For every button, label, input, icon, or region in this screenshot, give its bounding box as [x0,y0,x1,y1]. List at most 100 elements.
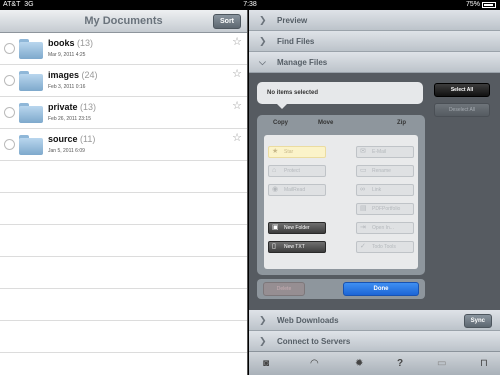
link-label: Link [372,187,382,193]
item-count: (11) [80,134,96,144]
pdf-portfolio-button[interactable]: ▤ PDFPortfolio [356,203,414,215]
tab-copy[interactable]: Copy [273,120,288,126]
folder-icon [19,39,43,59]
protect-button[interactable]: ⌂ Protect [268,165,326,177]
star-label: Star [284,149,294,155]
operation-tabs: Copy Move Zip [257,115,425,133]
item-date: Jan 5, 2011 6:09 [48,148,85,154]
star-icon[interactable]: ☆ [232,37,242,48]
chevron-right-icon: ❯ [259,315,267,325]
section-label: Connect to Servers [277,337,351,346]
new-folder-button[interactable]: ▣ New Folder [268,222,326,234]
select-radio[interactable] [4,75,15,86]
empty-row [0,257,247,289]
list-item-source[interactable]: source (11) Jan 5, 2011 6:09 ☆ [0,129,247,161]
actions-pane: ❯ Preview ❯ Find Files ⌵ Manage Files No… [249,10,500,375]
selection-status: No items selected [257,82,423,109]
select-radio[interactable] [4,43,15,54]
app-window: AT&T 3G 7:38 75% My Documents Sort books… [0,0,500,375]
chevron-right-icon: ❯ [259,36,267,46]
item-count: (24) [81,70,98,80]
chevron-down-icon: ⌵ [259,57,266,67]
star-icon[interactable]: ☆ [232,133,242,144]
item-count: (13) [77,38,94,48]
empty-row [0,193,247,225]
section-web-downloads[interactable]: ❯ Web Downloads Sync [249,310,500,331]
folder-icon [19,71,43,91]
item-name: private (13) [48,102,96,112]
deselect-all-button[interactable]: Deselect All [434,103,490,117]
bottom-toolbar: ◙ ◠ ✹ ? ▭ ⊓ [249,351,500,375]
battery-percent: 75% [465,1,480,8]
section-label: Find Files [277,37,315,46]
monitor-icon[interactable]: ▭ [437,357,446,371]
section-connect-servers[interactable]: ❯ Connect to Servers [249,331,500,352]
tab-zip[interactable]: Zip [397,120,406,126]
rename-label: Rename [372,168,391,174]
todo-label: Todo Tools [372,244,396,250]
rename-button[interactable]: ▭ Rename [356,165,414,177]
lock-icon: ⌂ [272,167,277,174]
item-date: Feb 26, 2011 23:15 [48,116,91,122]
list-item-books[interactable]: books (13) Mar 9, 2011 4:25 ☆ [0,33,247,65]
folder-icon [19,135,43,155]
sort-button[interactable]: Sort [213,14,241,29]
checkmark-icon: ✓ [360,243,366,250]
section-label: Preview [277,16,308,25]
folder-plus-icon: ▣ [272,224,279,231]
battery-icon [482,2,496,8]
operations-panel: Copy Move Zip ★ Star ⌂ Protect ◉ MailRead ✉… [257,115,425,275]
status-bar: AT&T 3G 7:38 75% [0,0,500,10]
list-item-images[interactable]: images (24) Feb 3, 2011 0:16 ☆ [0,65,247,97]
gear-icon[interactable]: ✹ [355,357,363,371]
item-name-text: books [48,38,75,48]
wifi-icon[interactable]: ◠ [310,357,319,371]
star-button[interactable]: ★ Star [268,146,326,158]
protect-label: Protect [284,168,300,174]
document-plus-icon: ▯ [272,243,276,250]
section-find-files[interactable]: ❯ Find Files [249,31,500,52]
todo-tools-button[interactable]: ✓ Todo Tools [356,241,414,253]
camera-icon[interactable]: ◙ [263,357,269,371]
lock-icon[interactable]: ⊓ [480,357,488,371]
manage-files-panel: No items selected Select All Deselect Al… [249,73,500,319]
tab-move[interactable]: Move [318,120,333,126]
new-txt-button[interactable]: ▯ New TXT [268,241,326,253]
star-icon[interactable]: ☆ [232,69,242,80]
pdf-icon: ▤ [360,205,367,212]
list-item-private[interactable]: private (13) Feb 26, 2011 23:15 ☆ [0,97,247,129]
mailread-button[interactable]: ◉ MailRead [268,184,326,196]
empty-row [0,321,247,353]
section-manage-files[interactable]: ⌵ Manage Files [249,52,500,73]
section-preview[interactable]: ❯ Preview [249,10,500,31]
chevron-right-icon: ❯ [259,336,267,346]
item-name-text: source [48,134,78,144]
folder-icon [19,103,43,123]
item-count: (13) [80,102,97,112]
eye-icon: ◉ [272,186,279,193]
item-name: source (11) [48,134,95,144]
done-button[interactable]: Done [343,282,419,296]
delete-button[interactable]: Delete [263,282,305,296]
link-button[interactable]: ∞ Link [356,184,414,196]
empty-row [0,289,247,321]
open-in-label: Open In... [372,225,394,231]
star-icon[interactable]: ☆ [232,101,242,112]
help-icon[interactable]: ? [397,357,403,371]
select-radio[interactable] [4,107,15,118]
mailread-label: MailRead [284,187,306,193]
open-in-button[interactable]: ⇥ Open In... [356,222,414,234]
rename-icon: ▭ [360,167,367,174]
empty-row [0,161,247,193]
select-radio[interactable] [4,139,15,150]
clock: 7:38 [243,1,257,8]
section-label: Web Downloads [277,316,339,325]
envelope-icon: ✉ [360,148,366,155]
documents-navbar: My Documents Sort [0,10,247,33]
page-title: My Documents [84,15,163,27]
sync-button[interactable]: Sync [463,314,492,328]
select-all-button[interactable]: Select All [434,83,490,97]
new-folder-label: New Folder [284,225,310,231]
item-name: books (13) [48,38,93,48]
email-button[interactable]: ✉ E-Mail [356,146,414,158]
